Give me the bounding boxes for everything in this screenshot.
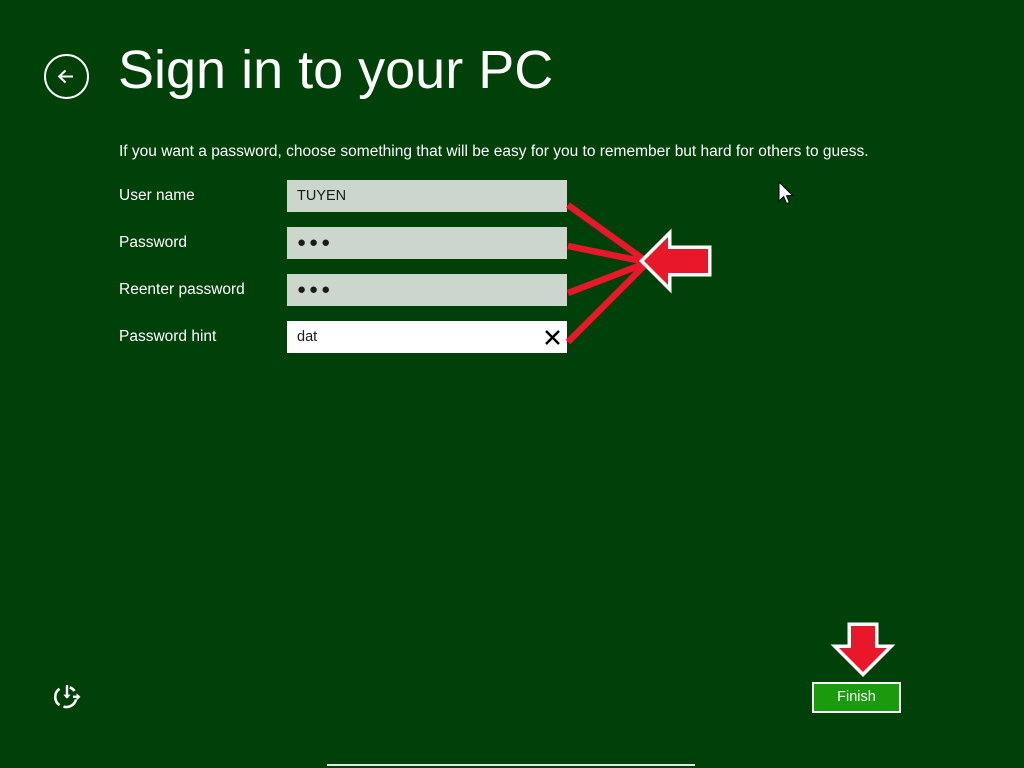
setup-screen: Sign in to your PC If you want a passwor… [0,0,1024,768]
label-password: Password [119,234,188,251]
label-password-hint: Password hint [119,328,217,345]
arrow-left-annotation-icon [639,228,712,294]
arrow-left-circle-icon [46,56,87,97]
form-row-password-hint: Password hint [119,321,569,353]
form-row-password: Password [119,227,569,259]
label-reenter-password: Reenter password [119,281,245,298]
form-row-reenter-password: Reenter password [119,274,569,306]
page-title: Sign in to your PC [118,40,554,100]
password-hint-input[interactable] [287,321,567,353]
reenter-password-input[interactable] [287,274,567,306]
arrow-down-annotation-icon [830,622,896,677]
username-input[interactable] [287,180,567,212]
ease-of-access-icon[interactable] [52,682,82,712]
page-subtitle: If you want a password, choose something… [119,143,869,160]
password-input[interactable] [287,227,567,259]
label-username: User name [119,187,195,204]
close-x-icon[interactable] [537,321,567,353]
form-row-username: User name [119,180,569,212]
back-button[interactable] [44,54,89,99]
finish-button[interactable]: Finish [812,682,901,713]
annotation-converging-lines [565,202,649,345]
bottom-edge-line [327,764,695,766]
signin-form: User name Password Reenter password Pass… [119,180,569,368]
mouse-pointer-icon [778,181,794,205]
